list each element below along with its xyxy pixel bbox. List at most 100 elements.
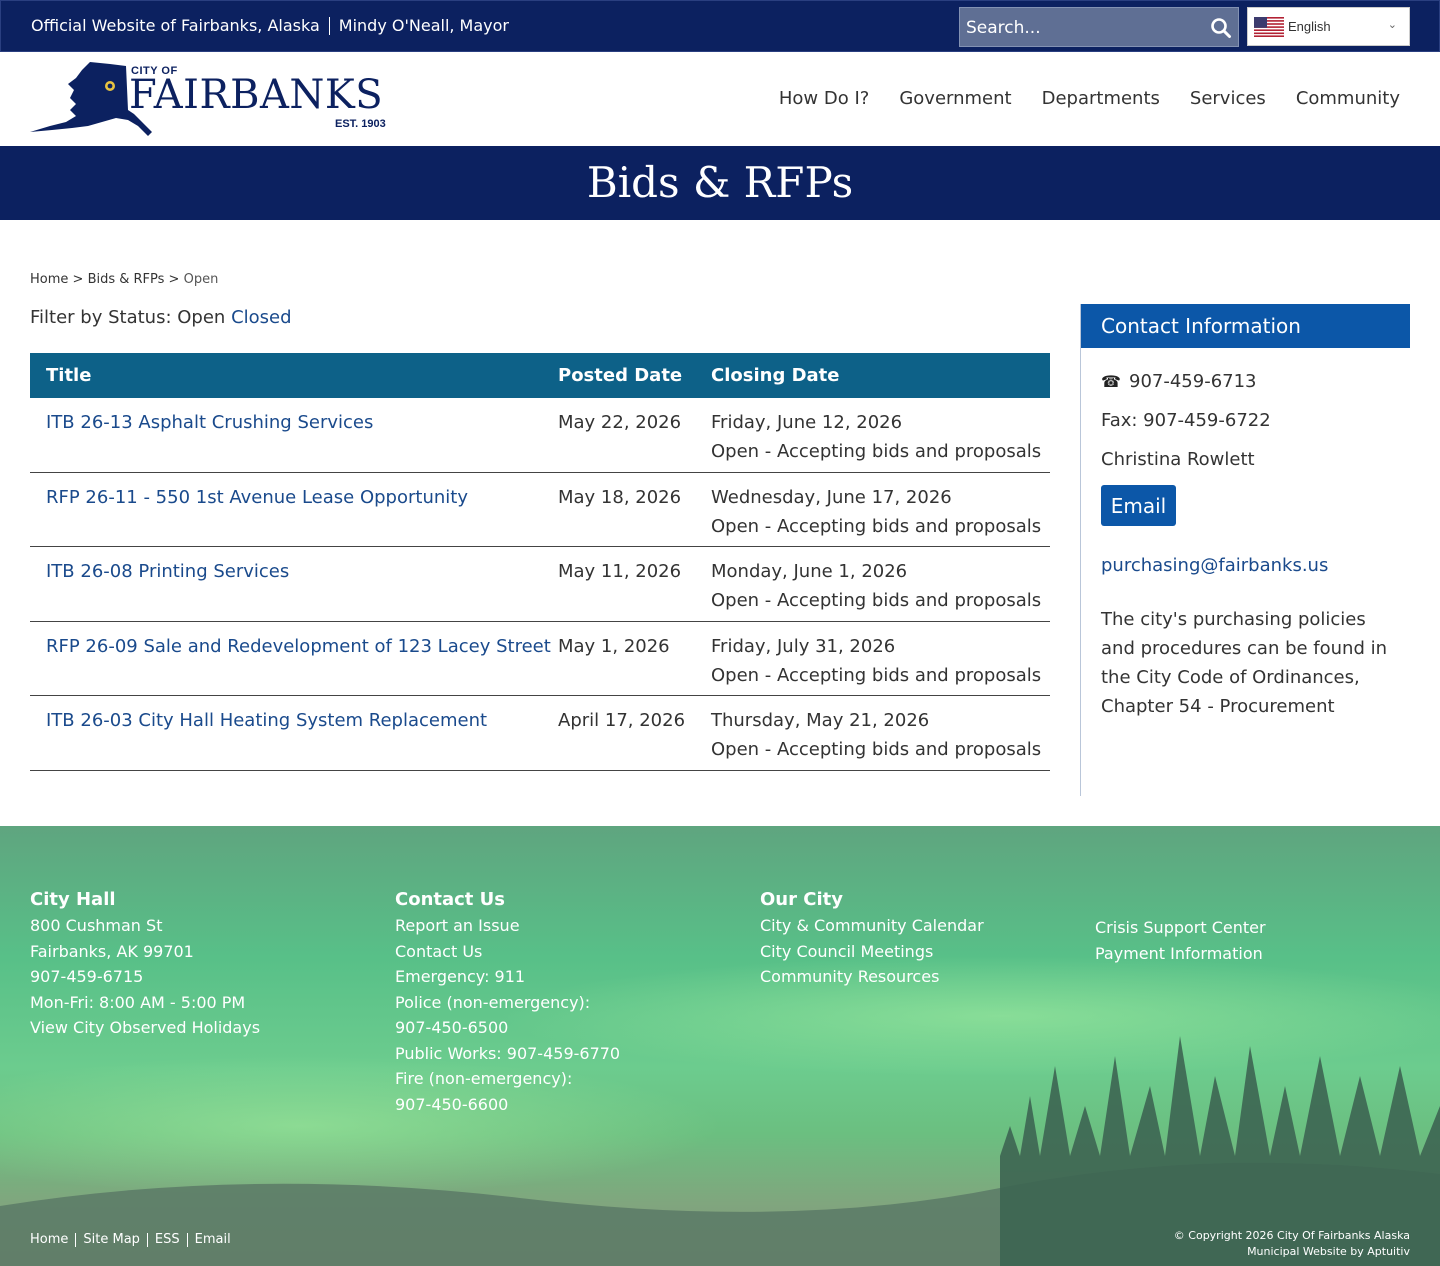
contact-fax: Fax: 907-459-6722 [1101,410,1271,431]
breadcrumb: Home > Bids & RFPs > Open [30,272,219,287]
posted-date: May 11, 2026 [558,561,682,582]
bid-title-link[interactable]: ITB 26-03 City Hall Heating System Repla… [46,710,487,731]
footer-contact-us: Contact Us Report an Issue Contact Us Em… [395,889,620,1117]
logo-established: EST. 1903 [335,118,386,130]
table-row: ITB 26-13 Asphalt Crushing Services May … [30,398,1050,473]
bid-status: Open - Accepting bids and proposals [711,515,1042,537]
chevron-down-icon[interactable]: ⌄ [1388,18,1397,31]
footer-home-link[interactable]: Home [30,1232,68,1247]
holidays-link[interactable]: View City Observed Holidays [30,1018,260,1037]
phone-number: 907-459-6713 [1129,371,1257,392]
bid-status: Open - Accepting bids and proposals [711,590,1042,611]
crisis-support-link[interactable]: Crisis Support Center [1095,918,1266,937]
closing-date: Friday, June 12, 2026 [711,412,903,433]
city-hall-hours: Mon-Fri: 8:00 AM - 5:00 PM [30,992,246,1012]
our-city-heading: Our City [760,889,843,910]
language-label: English [1288,19,1331,34]
bid-title-link[interactable]: RFP 26-11 - 550 1st Avenue Lease Opportu… [46,487,468,508]
page-title: Bids & RFPs [586,158,854,207]
table-row: RFP 26-11 - 550 1st Avenue Lease Opportu… [30,473,1050,547]
closing-info: Thursday, May 21, 2026 Open - Accepting b… [711,706,1041,764]
fire-phone: 907-450-6600 [395,1094,509,1114]
email-button[interactable]: Email [1101,485,1176,526]
nav-departments[interactable]: Departments [1042,88,1160,109]
closing-date: Monday, June 1, 2026 [711,561,908,582]
copyright-text: © Copyright 2026 City Of Fairbanks Alask… [1173,1229,1410,1242]
divider [186,1232,188,1247]
footer-sitemap-link[interactable]: Site Map [83,1232,140,1247]
main-nav: How Do I? Government Departments Service… [779,88,1400,109]
contact-heading: Contact Information [1081,304,1410,348]
council-meetings-link[interactable]: City Council Meetings [760,942,933,961]
search-input[interactable]: Search... [966,18,1041,38]
footer-our-city: Our City City & Community Calendar City … [760,889,984,990]
status-filter: Filter by Status: Open Closed [30,307,292,328]
calendar-link[interactable]: City & Community Calendar [760,916,984,935]
fire-label: Fire (non-emergency): [395,1069,573,1088]
report-issue-link[interactable]: Report an Issue [395,916,520,935]
closing-info: Monday, June 1, 2026 Open - Accepting bid… [711,557,1041,615]
table-row: ITB 26-08 Printing Services May 11, 2026… [30,547,1050,622]
closing-info: Wednesday, June 17, 2026 Open - Accepting… [711,483,1041,541]
nav-services[interactable]: Services [1190,88,1266,109]
purchasing-policy-note: The city's purchasing policies and proce… [1101,609,1388,717]
official-site-text: Official Website of Fairbanks, Alaska Mi… [31,16,509,35]
nav-how-do-i[interactable]: How Do I? [779,88,869,109]
bid-title-link[interactable]: ITB 26-08 Printing Services [46,561,289,582]
community-resources-link[interactable]: Community Resources [760,967,939,986]
contact-sidebar: Contact Information ☎ 907-459-6713 Fax: 9… [1080,304,1410,796]
bid-status: Open - Accepting bids and proposals [711,441,1042,462]
closing-date: Wednesday, June 17, 2026 [711,486,952,508]
posted-date: May 1, 2026 [558,635,670,657]
closing-date: Thursday, May 21, 2026 [711,710,930,731]
filter-closed-link[interactable]: Closed [231,307,291,328]
phone-icon: ☎ [1101,372,1121,391]
divider [75,1232,77,1247]
credit-text[interactable]: Municipal Website by Aptuitiv [1174,1244,1410,1260]
copyright: © Copyright 2026 City Of Fairbanks Alask… [1174,1228,1410,1260]
payment-info-link[interactable]: Payment Information [1095,944,1263,963]
city-hall-phone: 907-459-6715 [30,967,144,986]
breadcrumb-home[interactable]: Home [30,272,68,287]
table-header: Title Posted Date Closing Date [30,353,1050,398]
bid-title-link[interactable]: RFP 26-09 Sale and Redevelopment of 123 … [46,636,551,657]
footer-email-link[interactable]: Email [195,1232,231,1247]
footer-bottom-links: Home Site Map ESS Email [30,1232,231,1247]
contact-person: Christina Rowlett [1101,449,1255,470]
footer-ess-link[interactable]: ESS [155,1232,180,1247]
public-works-phone: Public Works: 907-459-6770 [395,1043,621,1063]
posted-date: May 18, 2026 [558,486,682,508]
language-selector[interactable]: English ⌄ [1247,7,1410,46]
contact-us-link[interactable]: Contact Us [395,942,482,961]
top-utility-bar: Official Website of Fairbanks, Alaska Mi… [0,0,1440,52]
header-title: Title [46,365,92,386]
site-logo[interactable]: CITY OF FAIRBANKS EST. 1903 [30,60,400,140]
page-banner: Bids & RFPs [0,146,1440,220]
header-posted-date: Posted Date [558,365,683,386]
bid-status: Open - Accepting bids and proposals [711,664,1042,686]
breadcrumb-bids[interactable]: Bids & RFPs [88,272,165,287]
police-phone: 907-450-6500 [395,1018,509,1037]
mayor-label: Mindy O'Neall, Mayor [338,16,509,35]
bid-title-link[interactable]: ITB 26-13 Asphalt Crushing Services [46,412,373,433]
us-flag-icon [1254,17,1284,37]
logo-name: FAIRBANKS [129,72,384,118]
posted-date: May 22, 2026 [558,412,682,433]
emergency-number: Emergency: 911 [395,967,526,986]
header-closing-date: Closing Date [711,365,840,386]
search-icon[interactable] [1210,17,1232,39]
contact-us-heading: Contact Us [395,889,506,910]
bid-status: Open - Accepting bids and proposals [711,739,1042,760]
police-label: Police (non-emergency): [395,992,591,1012]
nav-community[interactable]: Community [1296,88,1400,109]
site-header: CITY OF FAIRBANKS EST. 1903 How Do I? Go… [0,52,1440,146]
closing-info: Friday, June 12, 2026 Open - Accepting bi… [711,408,1041,466]
nav-government[interactable]: Government [899,88,1011,109]
breadcrumb-current: Open [183,272,219,287]
contact-email-link[interactable]: purchasing@fairbanks.us [1101,555,1328,576]
divider [146,1232,148,1247]
filter-label: Filter by Status: Open [30,307,226,328]
search-box[interactable]: Search... [959,7,1239,47]
table-row: ITB 26-03 City Hall Heating System Repla… [30,696,1050,771]
table-row: RFP 26-09 Sale and Redevelopment of 123 … [30,622,1050,696]
